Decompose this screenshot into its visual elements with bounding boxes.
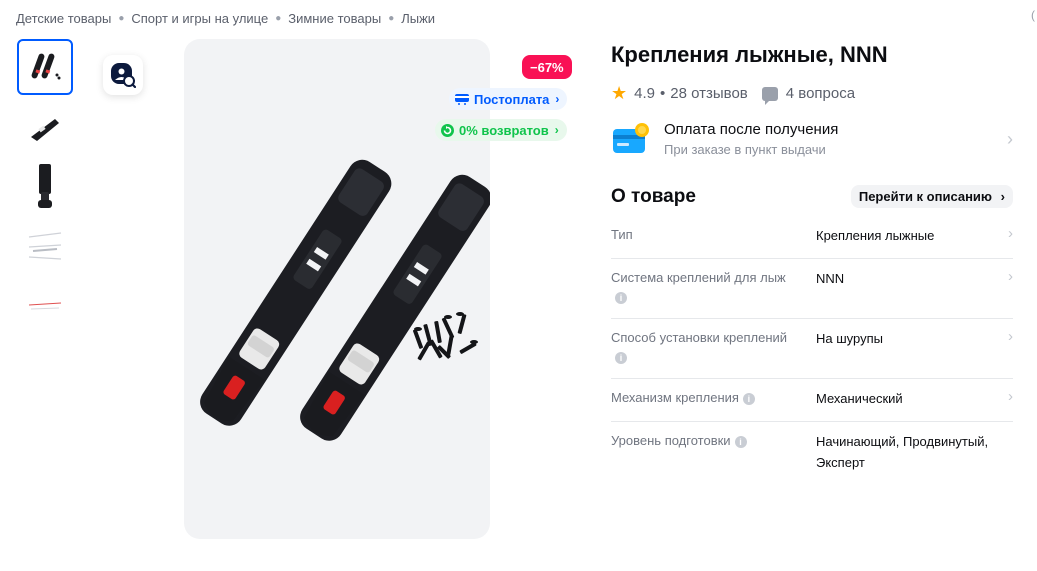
image-search-button[interactable] bbox=[103, 55, 143, 95]
spec-value: Начинающий, Продвинутый, Эксперт bbox=[816, 434, 989, 470]
star-icon: ★ bbox=[611, 83, 628, 103]
chevron-right-icon: › bbox=[1008, 225, 1013, 242]
chevron-right-icon: › bbox=[554, 123, 559, 137]
chevron-right-icon: › bbox=[555, 92, 560, 106]
spec-row[interactable]: Механизм крепления i Механический › bbox=[611, 379, 1013, 422]
spec-row[interactable]: Тип Крепления лыжные › bbox=[611, 216, 1013, 259]
info-icon[interactable]: i bbox=[615, 351, 627, 364]
spec-value: NNN bbox=[816, 271, 845, 286]
edge-indicator: ( bbox=[1031, 8, 1035, 22]
card-icon bbox=[611, 121, 651, 157]
about-heading: О товаре bbox=[611, 185, 696, 207]
ski-binding-image bbox=[200, 159, 490, 441]
info-icon[interactable]: i bbox=[615, 291, 627, 304]
product-title: Крепления лыжные, NNN bbox=[611, 42, 888, 67]
go-to-description-button[interactable]: Перейти к описанию › bbox=[850, 185, 1013, 208]
payment-after-receipt[interactable]: Оплата после получения При заказе в пунк… bbox=[611, 117, 1013, 161]
thumbnail-4[interactable] bbox=[17, 219, 73, 275]
spec-key: Система креплений для лыж i bbox=[611, 268, 816, 306]
about-header: О товаре Перейти к описанию › bbox=[611, 185, 1013, 208]
binding-thumbnail-icon bbox=[31, 53, 61, 80]
spec-value: Механический bbox=[816, 391, 903, 406]
spec-key-text: Способ установки креплений bbox=[611, 330, 788, 345]
rating-row: ★ 4.9 • 28 отзывов 4 вопроса bbox=[611, 83, 855, 105]
spec-key-text: Уровень подготовки bbox=[611, 433, 731, 448]
info-icon[interactable]: i bbox=[742, 392, 755, 405]
chevron-right-icon: › bbox=[1008, 388, 1013, 405]
go-to-description-label: Перейти к описанию bbox=[858, 189, 993, 204]
payment-subtitle: При заказе в пункт выдачи bbox=[664, 142, 826, 157]
reviews-link[interactable]: 28 отзывов bbox=[670, 85, 748, 102]
thumbnail-2[interactable] bbox=[17, 99, 73, 155]
rating-value: 4.9 bbox=[634, 85, 655, 102]
breadcrumb-item[interactable]: Лыжи bbox=[401, 11, 435, 26]
chevron-right-icon: › bbox=[1007, 128, 1013, 149]
breadcrumb-separator: ● bbox=[275, 13, 282, 24]
specs-table: Тип Крепления лыжные › Система креплений… bbox=[611, 216, 1013, 485]
breadcrumb-item[interactable]: Детские товары bbox=[16, 11, 111, 26]
thumbnail-5[interactable] bbox=[17, 279, 73, 335]
thumbnail-list bbox=[17, 39, 73, 339]
chevron-right-icon: › bbox=[1008, 328, 1013, 345]
image-search-icon bbox=[111, 63, 136, 88]
diagram-thumbnail-icon bbox=[28, 232, 62, 260]
chat-icon bbox=[761, 86, 778, 105]
returns-label: 0% возвратов bbox=[459, 122, 549, 138]
questions-link[interactable]: 4 вопроса bbox=[786, 85, 855, 102]
binding-front-thumbnail-icon bbox=[38, 164, 52, 208]
chevron-right-icon: › bbox=[1000, 189, 1005, 204]
payment-title: Оплата после получения bbox=[664, 121, 839, 138]
breadcrumb-separator: ● bbox=[388, 13, 395, 24]
rating-separator: • bbox=[660, 85, 666, 102]
breadcrumb-separator: ● bbox=[118, 13, 125, 24]
spec-key: Тип bbox=[611, 225, 816, 244]
spec-key-text: Система креплений для лыж bbox=[611, 270, 786, 285]
cart-icon bbox=[455, 94, 469, 105]
spec-row[interactable]: Система креплений для лыж i NNN › bbox=[611, 259, 1013, 319]
thumbnail-3[interactable] bbox=[17, 159, 73, 215]
spec-value: На шурупы bbox=[816, 331, 883, 346]
breadcrumb-item[interactable]: Спорт и игры на улице bbox=[131, 11, 268, 26]
discount-badge: −67% bbox=[522, 55, 572, 79]
spec-key-text: Механизм крепления bbox=[611, 390, 739, 405]
spec-key-text: Тип bbox=[611, 227, 633, 242]
spec-row[interactable]: Уровень подготовки i Начинающий, Продвину… bbox=[611, 422, 1013, 485]
returns-badge[interactable]: 0% возвратов › bbox=[435, 119, 567, 141]
thumbnail-1[interactable] bbox=[17, 39, 73, 95]
diagram-thumbnail-icon-red bbox=[28, 302, 62, 310]
binding-side-thumbnail-icon bbox=[31, 119, 59, 141]
info-icon[interactable]: i bbox=[734, 435, 747, 448]
spec-row[interactable]: Способ установки креплений i На шурупы › bbox=[611, 319, 1013, 379]
spec-key: Механизм крепления i bbox=[611, 388, 816, 407]
postpay-badge[interactable]: Постоплата › bbox=[449, 88, 568, 110]
postpay-label: Постоплата bbox=[474, 91, 550, 107]
breadcrumb-item[interactable]: Зимние товары bbox=[288, 11, 381, 26]
chevron-right-icon: › bbox=[1008, 268, 1013, 285]
breadcrumb: Детские товары ● Спорт и игры на улице ●… bbox=[16, 11, 435, 26]
return-icon bbox=[441, 123, 454, 137]
product-main-image[interactable] bbox=[184, 39, 490, 539]
spec-key: Уровень подготовки i bbox=[611, 431, 816, 450]
spec-key: Способ установки креплений i bbox=[611, 328, 816, 366]
spec-value: Крепления лыжные bbox=[816, 228, 935, 243]
